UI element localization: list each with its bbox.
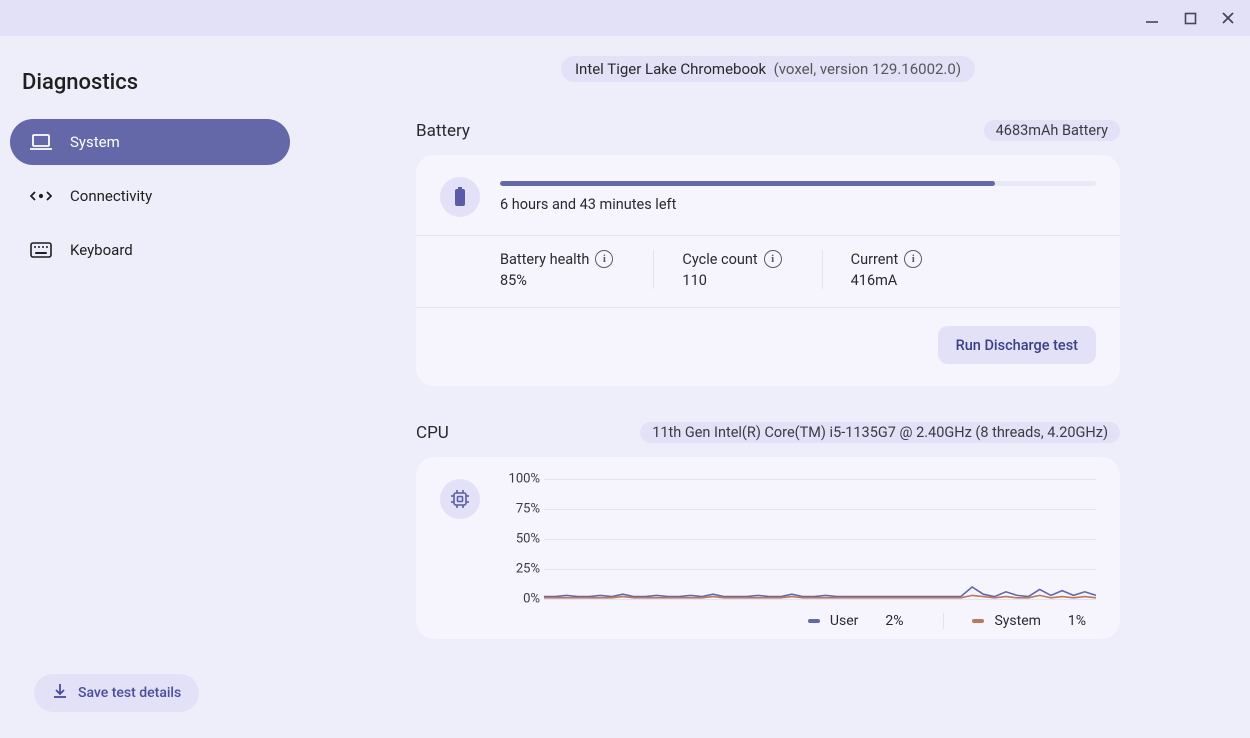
legend-user-value: 2% [885, 613, 903, 629]
y-axis-tick: 25% [496, 562, 540, 577]
sidebar-item-label: Connectivity [70, 187, 152, 205]
window-titlebar [0, 0, 1250, 36]
sidebar-item-system[interactable]: System [10, 119, 290, 165]
sidebar-item-label: Keyboard [70, 241, 133, 259]
cpu-legend: User 2% System 1% [500, 599, 1096, 629]
sidebar-item-keyboard[interactable]: Keyboard [10, 227, 290, 273]
current-label: Current [851, 251, 899, 268]
battery-health-value: 85% [500, 272, 613, 289]
minimize-button[interactable] [1140, 6, 1164, 30]
device-name: Intel Tiger Lake Chromebook [575, 60, 766, 78]
cpu-section-header: CPU 11th Gen Intel(R) Core(TM) i5-1135G7… [416, 422, 1120, 443]
download-icon [52, 683, 68, 703]
connectivity-icon [30, 189, 52, 203]
sidebar-item-label: System [70, 133, 120, 151]
battery-progress-track [500, 181, 1096, 186]
run-discharge-test-button[interactable]: Run Discharge test [938, 326, 1096, 364]
battery-icon [440, 177, 480, 217]
sidebar-item-connectivity[interactable]: Connectivity [10, 173, 290, 219]
maximize-button[interactable] [1178, 6, 1202, 30]
battery-card: 6 hours and 43 minutes left Battery heal… [416, 155, 1120, 386]
info-icon[interactable]: i [904, 250, 922, 268]
cpu-section-title: CPU [416, 423, 449, 443]
sidebar: Diagnostics System Connectivity Keyboard [0, 36, 300, 738]
legend-system-value: 1% [1068, 613, 1086, 629]
battery-remaining-label: 6 hours and 43 minutes left [500, 196, 1096, 213]
save-test-details-button[interactable]: Save test details [34, 674, 199, 712]
cycle-count-value: 110 [682, 272, 781, 289]
app-title: Diagnostics [10, 56, 290, 119]
laptop-icon [30, 133, 52, 151]
battery-health-label: Battery health [500, 251, 589, 268]
legend-swatch-user [808, 619, 820, 623]
info-icon[interactable]: i [764, 250, 782, 268]
legend-user-label: User [830, 613, 858, 629]
cpu-usage-chart: 100%75%50%25%0% [544, 479, 1096, 599]
close-button[interactable] [1216, 6, 1240, 30]
info-icon[interactable]: i [595, 250, 613, 268]
y-axis-tick: 0% [496, 592, 540, 607]
current-value: 416mA [851, 272, 923, 289]
cpu-card: 100%75%50%25%0% User 2% System 1% [416, 457, 1120, 639]
cycle-count-label: Cycle count [682, 251, 757, 268]
button-label: Run Discharge test [956, 337, 1078, 354]
battery-progress-fill [500, 181, 995, 186]
legend-swatch-system [972, 619, 984, 623]
y-axis-tick: 100% [496, 472, 540, 487]
battery-section-header: Battery 4683mAh Battery [416, 120, 1120, 141]
device-info-chip: Intel Tiger Lake Chromebook (voxel, vers… [561, 56, 975, 82]
battery-section-title: Battery [416, 121, 470, 141]
cpu-icon [440, 479, 480, 519]
device-detail: (voxel, version 129.16002.0) [774, 60, 961, 78]
legend-system-label: System [994, 613, 1040, 629]
battery-capacity-chip: 4683mAh Battery [984, 120, 1120, 141]
y-axis-tick: 50% [496, 532, 540, 547]
save-button-label: Save test details [78, 685, 181, 701]
main-content: Intel Tiger Lake Chromebook (voxel, vers… [300, 36, 1250, 738]
cpu-info-chip: 11th Gen Intel(R) Core(TM) i5-1135G7 @ 2… [640, 422, 1120, 443]
keyboard-icon [30, 242, 52, 258]
y-axis-tick: 75% [496, 502, 540, 517]
